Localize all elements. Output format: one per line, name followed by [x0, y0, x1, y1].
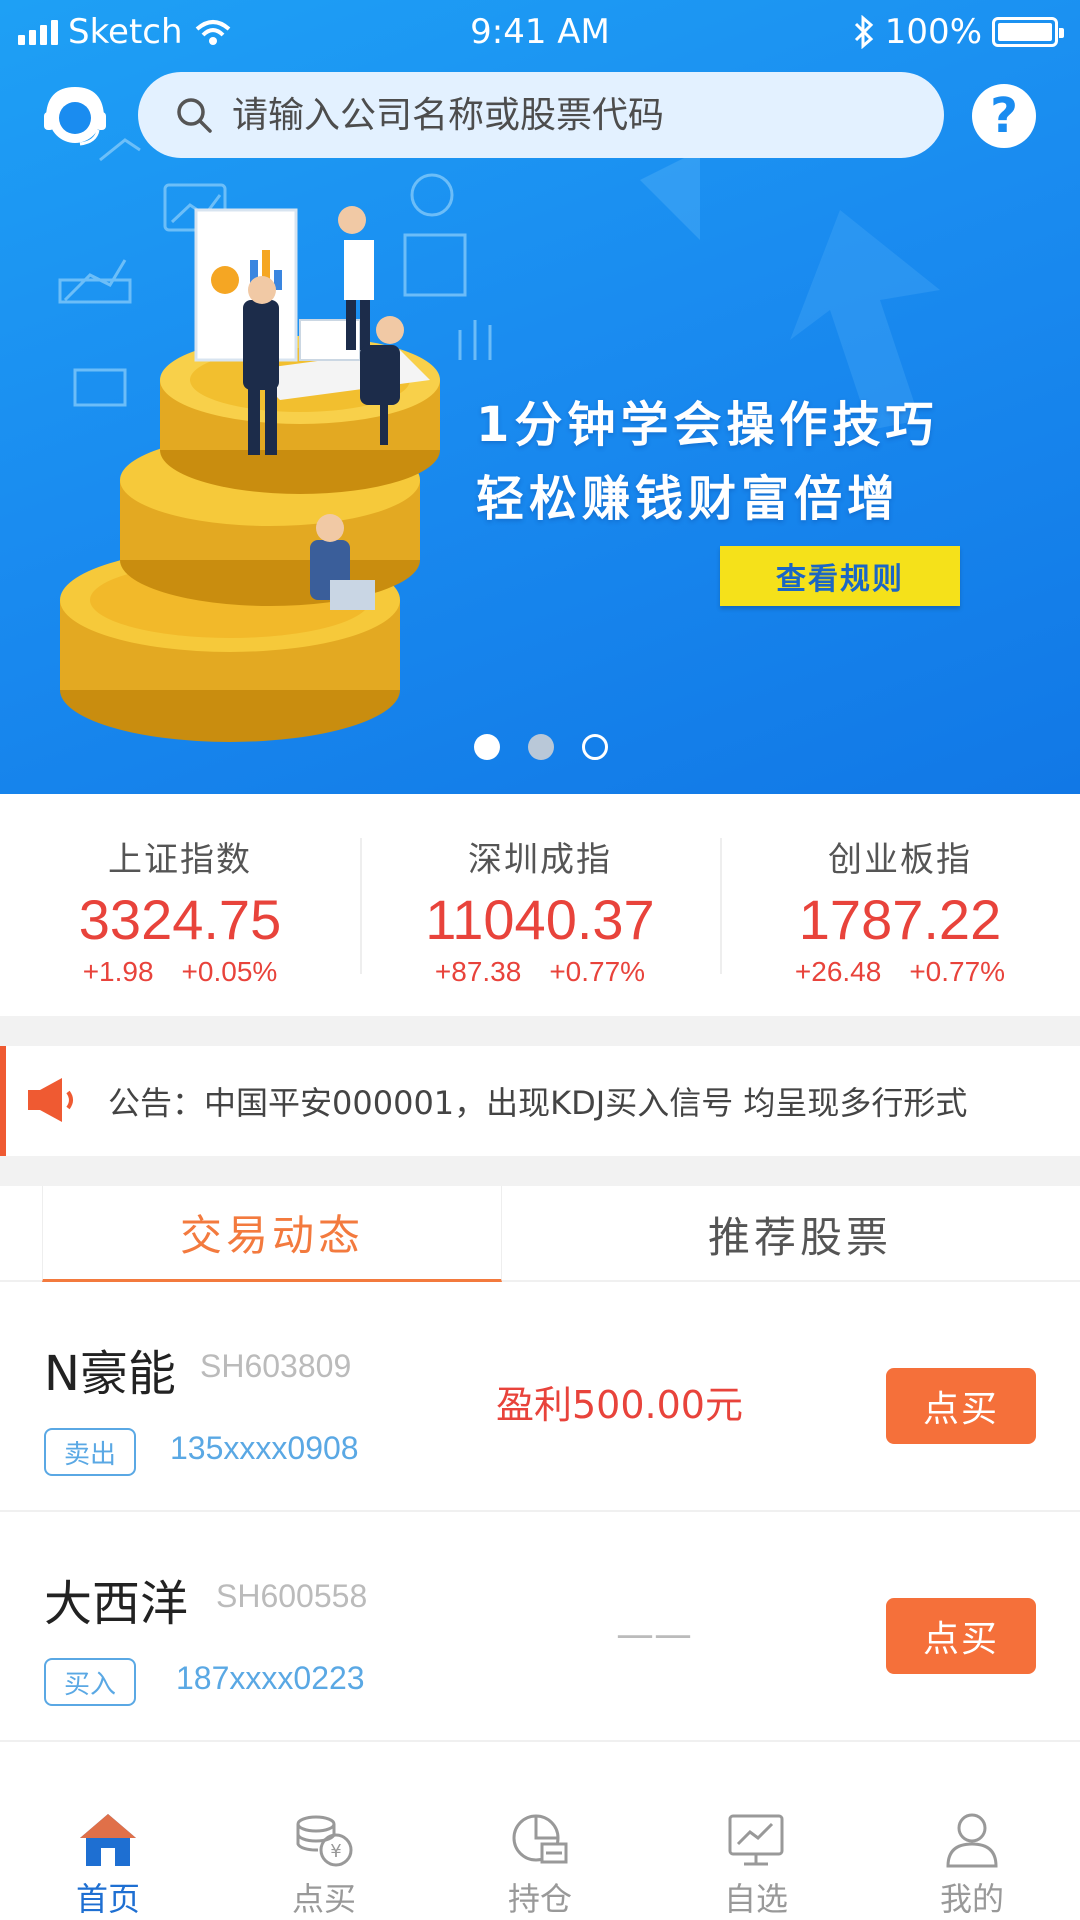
user-phone: 187xxxx0223: [176, 1660, 365, 1696]
bluetooth-icon: [854, 15, 873, 49]
index-change-points: +87.38: [434, 956, 522, 987]
section-divider: [0, 1016, 1080, 1046]
announcement-text: 公告：中国平安000001，出现KDJ买入信号 均呈现多行形式: [108, 1084, 968, 1122]
trade-row[interactable]: N豪能 SH603809 卖出 135xxxx0908 盈利500.00元 点买: [0, 1284, 1080, 1512]
banner-slogan: 1分钟学会操作技巧 轻松赚钱财富倍增: [476, 388, 938, 536]
index-value: 11040.37: [425, 888, 655, 951]
carousel-indicator[interactable]: [474, 734, 608, 760]
nav-profile[interactable]: 我的: [864, 1780, 1080, 1920]
battery-percent: 100%: [884, 12, 982, 52]
index-name: 深圳成指: [468, 840, 612, 880]
index-change: +87.38 +0.77%: [360, 956, 720, 988]
user-icon: [946, 1813, 998, 1868]
trade-direction-badge: 买入: [44, 1658, 136, 1706]
announcement-bar[interactable]: 公告：中国平安000001，出现KDJ买入信号 均呈现多行形式: [0, 1046, 1080, 1156]
svg-text:¥: ¥: [330, 1841, 341, 1862]
slogan-line-2: 轻松赚钱财富倍增: [476, 471, 901, 527]
search-icon: [177, 98, 212, 133]
customer-service-icon[interactable]: [40, 82, 110, 152]
buy-button[interactable]: 点买: [886, 1598, 1036, 1674]
battery-icon: [992, 17, 1064, 47]
status-bar: Sketch 9:41 AM 100%: [0, 0, 1080, 66]
trade-row[interactable]: 大西洋 SH600558 买入 187xxxx0223 —— 点买: [0, 1514, 1080, 1742]
slogan-line-1: 1分钟学会操作技巧: [476, 397, 939, 453]
view-rules-button[interactable]: 查看规则: [720, 546, 960, 606]
carousel-dot-1[interactable]: [474, 734, 500, 760]
buy-button[interactable]: 点买: [886, 1368, 1036, 1444]
search-row: ?: [0, 72, 1080, 162]
index-card-shenzhen[interactable]: 深圳成指 11040.37 +87.38 +0.77%: [360, 794, 720, 1016]
stock-name: 大西洋: [44, 1576, 189, 1632]
index-change-points: +26.48: [794, 956, 882, 987]
trade-profit: 盈利500.00元: [496, 1383, 743, 1427]
nav-quick-buy[interactable]: ¥ 点买: [216, 1780, 432, 1920]
market-indices: 上证指数 3324.75 +1.98 +0.05% 深圳成指 11040.37 +…: [0, 794, 1080, 1016]
nav-label: 持仓: [507, 1880, 572, 1918]
index-change: +26.48 +0.77%: [720, 956, 1080, 988]
trade-direction-badge: 卖出: [44, 1428, 136, 1476]
index-change-percent: +0.05%: [181, 956, 278, 987]
nav-label: 自选: [723, 1880, 788, 1918]
search-bar[interactable]: [138, 72, 944, 158]
help-button[interactable]: ?: [972, 84, 1036, 148]
stock-code: SH603809: [200, 1348, 352, 1384]
tab-trade-activity[interactable]: 交易动态: [42, 1186, 502, 1282]
nav-label: 首页: [75, 1880, 140, 1918]
tab-bar: 交易动态 推荐股票: [0, 1186, 1080, 1282]
index-name: 创业板指: [828, 840, 972, 880]
index-change-percent: +0.77%: [549, 956, 646, 987]
nav-label: 点买: [291, 1880, 356, 1918]
tab-recommended-stocks[interactable]: 推荐股票: [540, 1186, 1060, 1282]
search-input[interactable]: [232, 94, 912, 136]
trade-profit: ——: [616, 1612, 692, 1656]
hero-banner[interactable]: Sketch 9:41 AM 100% 请输入公司名称或股票代码 ? 1分钟学会…: [0, 0, 1080, 794]
stock-code: SH600558: [216, 1578, 368, 1614]
index-change: +1.98 +0.05%: [0, 956, 360, 988]
index-change-points: +1.98: [82, 956, 154, 987]
index-name: 上证指数: [108, 840, 252, 880]
coins-icon: ¥: [296, 1815, 353, 1867]
monitor-chart-icon: [728, 1814, 784, 1866]
megaphone-icon: [28, 1078, 73, 1122]
bottom-navigation: 首页 ¥ 点买 持仓 自选 我的: [0, 1780, 1080, 1920]
carousel-dot-2[interactable]: [528, 734, 554, 760]
home-icon: [80, 1814, 136, 1866]
index-card-chinext[interactable]: 创业板指 1787.22 +26.48 +0.77%: [720, 794, 1080, 1016]
pie-chart-icon: [512, 1814, 568, 1864]
nav-watchlist[interactable]: 自选: [648, 1780, 864, 1920]
announcement-accent: [0, 1046, 6, 1156]
index-value: 1787.22: [798, 888, 1002, 951]
status-bar-right: 100%: [853, 12, 1064, 52]
nav-home[interactable]: 首页: [0, 1780, 216, 1920]
index-value: 3324.75: [78, 888, 282, 951]
index-change-percent: +0.77%: [909, 956, 1006, 987]
nav-positions[interactable]: 持仓: [432, 1780, 648, 1920]
carousel-dot-3[interactable]: [582, 734, 608, 760]
nav-label: 我的: [939, 1880, 1004, 1918]
index-card-shanghai[interactable]: 上证指数 3324.75 +1.98 +0.05%: [0, 794, 360, 1016]
user-phone: 135xxxx0908: [170, 1430, 359, 1466]
stock-name: N豪能: [44, 1346, 176, 1402]
section-divider: [0, 1156, 1080, 1186]
